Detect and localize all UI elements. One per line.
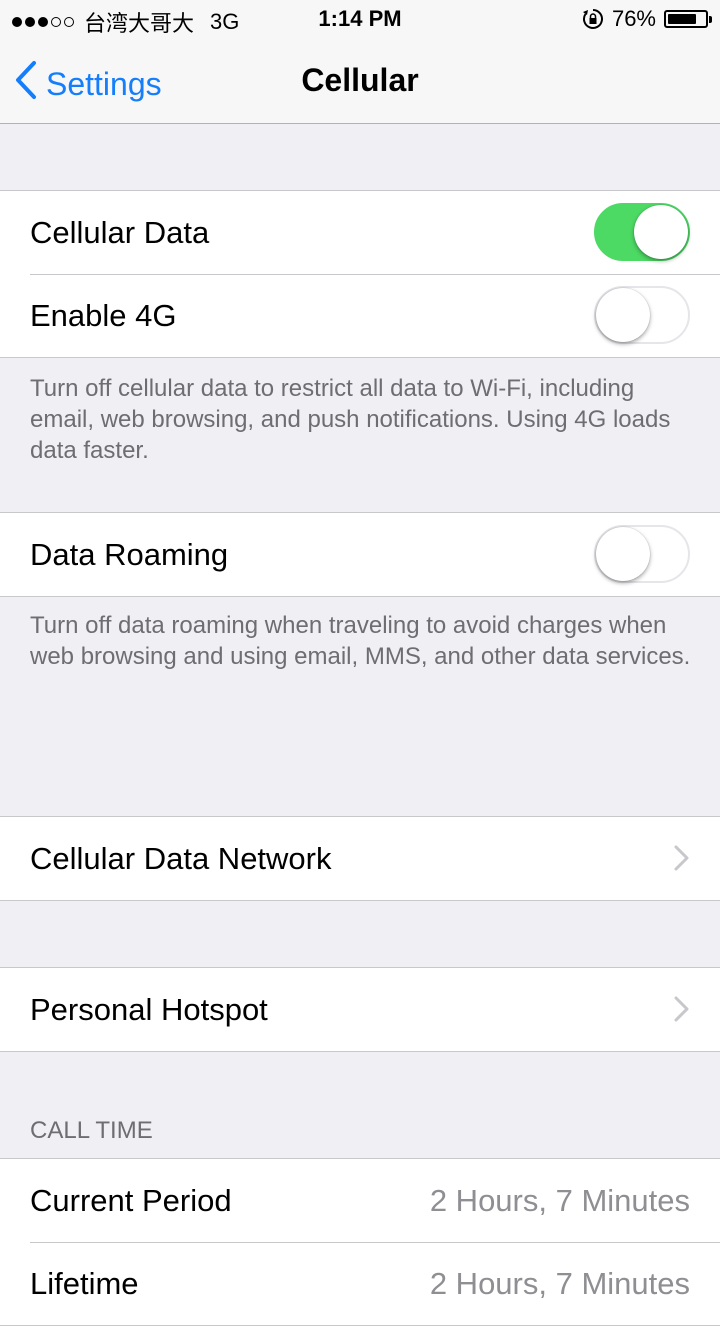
chevron-right-icon	[668, 996, 694, 1022]
navigation-bar: Settings Cellular	[0, 40, 720, 124]
current-period-label: Current Period	[30, 1182, 232, 1218]
cellular-data-network-label: Cellular Data Network	[30, 840, 332, 876]
data-roaming-group: Data Roaming	[0, 512, 720, 597]
personal-hotspot-group: Personal Hotspot	[0, 967, 720, 1052]
lifetime-label: Lifetime	[30, 1265, 139, 1301]
rotation-lock-icon	[582, 8, 604, 30]
lifetime-row: Lifetime 2 Hours, 7 Minutes	[0, 1242, 720, 1325]
cellular-data-label: Cellular Data	[30, 214, 210, 250]
battery-percent: 76%	[611, 6, 656, 31]
page-title: Cellular	[301, 62, 419, 98]
current-period-value: 2 Hours, 7 Minutes	[429, 1182, 690, 1218]
cellular-data-row: Cellular Data	[0, 191, 720, 274]
enable-4g-label: Enable 4G	[30, 297, 177, 333]
call-time-header: CALL TIME	[30, 1117, 153, 1144]
personal-hotspot-row[interactable]: Personal Hotspot	[0, 968, 720, 1051]
enable-4g-row: Enable 4G	[0, 274, 720, 357]
cellular-data-toggle[interactable]	[594, 203, 690, 261]
enable-4g-toggle[interactable]	[594, 286, 690, 344]
lifetime-value: 2 Hours, 7 Minutes	[429, 1265, 690, 1301]
data-roaming-label: Data Roaming	[30, 536, 229, 572]
current-period-row: Current Period 2 Hours, 7 Minutes	[0, 1159, 720, 1242]
battery-icon	[664, 10, 712, 28]
call-time-group: Current Period 2 Hours, 7 Minutes Lifeti…	[0, 1158, 720, 1326]
status-bar: 台湾大哥大 3G 1:14 PM 76%	[0, 0, 720, 40]
data-roaming-footer: Turn off data roaming when traveling to …	[30, 612, 691, 670]
cellular-data-footer: Turn off cellular data to restrict all d…	[30, 375, 671, 464]
chevron-right-icon	[668, 845, 694, 871]
status-right: 76%	[582, 6, 712, 32]
cellular-data-network-group: Cellular Data Network	[0, 816, 720, 901]
personal-hotspot-label: Personal Hotspot	[30, 991, 268, 1027]
cellular-data-network-row[interactable]: Cellular Data Network	[0, 817, 720, 900]
data-roaming-row: Data Roaming	[0, 513, 720, 596]
cellular-data-group: Cellular Data Enable 4G	[0, 190, 720, 358]
data-roaming-toggle[interactable]	[594, 525, 690, 583]
